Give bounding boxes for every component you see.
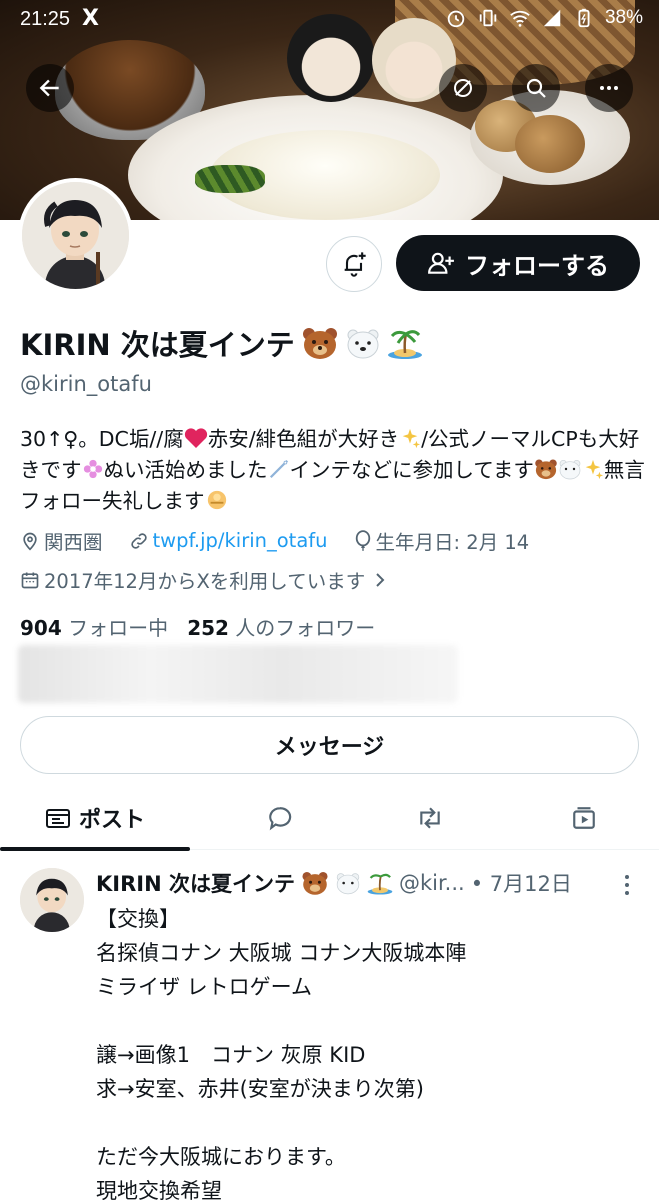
battery-icon	[578, 8, 590, 28]
polar-bear-emoji-icon	[347, 329, 379, 359]
location-text: 関西圏	[44, 531, 103, 554]
bio-segment: ぬい活始めました	[103, 458, 268, 482]
tab-active-indicator	[0, 847, 190, 851]
followers-count: 252	[187, 616, 229, 640]
post-line: 求→安室、赤井(安室が決まり次第)	[96, 1077, 424, 1101]
avatar-illustration	[20, 868, 84, 932]
post-header: KIRIN 次は夏インテ @kir... • 7月12日	[96, 868, 636, 898]
add-user-icon	[428, 252, 454, 274]
profile-avatar[interactable]	[18, 178, 133, 293]
chevron-right-icon	[376, 572, 385, 587]
status-time: 21:25	[20, 8, 71, 30]
balloon-icon	[355, 529, 370, 551]
media-icon	[573, 807, 595, 829]
vibrate-icon	[479, 9, 497, 27]
tab-media[interactable]	[494, 786, 659, 850]
back-button[interactable]	[26, 64, 74, 112]
tab-reposts[interactable]	[340, 786, 520, 850]
avatar-illustration	[22, 182, 129, 289]
island-emoji-icon	[387, 330, 422, 359]
wifi-icon	[510, 10, 530, 27]
post-line: 【交換】	[96, 907, 180, 931]
following-label: フォロー中	[68, 616, 169, 640]
more-button[interactable]	[585, 64, 633, 112]
calendar-icon	[21, 572, 39, 588]
more-icon	[600, 86, 618, 90]
notify-button[interactable]	[326, 236, 382, 292]
bio-segment: /公式ノーマ	[421, 427, 531, 451]
tab-posts[interactable]: ポスト	[0, 786, 190, 851]
alarm-icon	[447, 10, 465, 28]
post-line	[96, 1004, 636, 1038]
birthday-text: 生年月日: 2月 14	[375, 531, 530, 554]
bear-emoji-icon	[302, 871, 328, 895]
post-line: 現地交換希望	[96, 1179, 222, 1200]
polar-bear-emoji-icon	[559, 459, 581, 480]
search-icon	[526, 78, 546, 98]
bear-emoji-icon	[535, 459, 557, 480]
profile-meta: 関西圏 twpf.jp/kirin_otafu 生年月日: 2月 14	[20, 526, 529, 555]
bowing-person-icon	[207, 490, 226, 510]
bio-segment: 30↑♀。DC垢//腐	[20, 427, 184, 451]
bio-segment: 赤安/緋色組が大好き	[207, 427, 400, 451]
posts-icon	[45, 809, 70, 828]
joined-text: 2017年12月からXを利用しています	[44, 570, 366, 593]
status-bar: 21:25 X 38%	[0, 0, 659, 40]
post-author-name[interactable]: KIRIN 次は夏インテ	[96, 868, 295, 898]
website-link[interactable]: twpf.jp/kirin_otafu	[153, 529, 328, 552]
bio-segment: 加してます	[433, 458, 534, 482]
polar-bear-emoji-icon	[336, 873, 360, 895]
signal-icon	[543, 9, 561, 27]
post-line	[96, 1106, 636, 1140]
bear-emoji-icon	[302, 328, 337, 359]
follow-button[interactable]: フォローする	[396, 235, 640, 291]
location-pin-icon	[23, 532, 37, 551]
needle-icon	[269, 459, 288, 479]
repost-icon	[420, 807, 440, 829]
island-emoji-icon	[367, 873, 393, 895]
mute-button[interactable]	[439, 64, 487, 112]
post-avatar[interactable]	[20, 868, 84, 932]
post-author-handle: @kir...	[398, 871, 465, 895]
flower-icon	[83, 459, 102, 479]
post-line: 名探偵コナン 大阪城 コナン大阪城本陣	[96, 941, 467, 965]
following-link[interactable]: 904 フォロー中	[20, 616, 168, 640]
follow-counts: 904 フォロー中 252 人のフォロワー	[20, 612, 375, 641]
bio-segment: インテなどに参	[289, 458, 434, 482]
profile-name-text: KIRIN 次は夏インテ	[20, 328, 295, 362]
followers-link[interactable]: 252 人のフォロワー	[187, 616, 375, 640]
bell-plus-icon	[344, 252, 366, 277]
profile-bio: 30↑♀。DC垢//腐 赤安/緋色組が大好き/公式ノーマルCPも大好きです ぬい活始…	[20, 424, 645, 517]
profile-handle: @kirin_otafu	[20, 372, 152, 396]
joined-row[interactable]: 2017年12月からXを利用しています	[20, 565, 387, 594]
battery-percent: 38%	[604, 7, 643, 28]
followers-label: 人のフォロワー	[235, 616, 376, 640]
red-heart-icon	[184, 428, 207, 448]
greens	[195, 165, 265, 193]
post-date[interactable]: • 7月12日	[471, 868, 572, 898]
blurred-followers-preview	[18, 645, 458, 703]
x-logo-icon: X	[82, 6, 99, 31]
tab-posts-label: ポスト	[78, 808, 145, 833]
post-text: 【交換】 名探偵コナン 大阪城 コナン大阪城本陣 ミライザ レトロゲーム 譲→画…	[96, 902, 636, 1200]
follow-label: フォローする	[465, 251, 609, 280]
mute-icon	[454, 79, 472, 97]
post-line: ミライザ レトロゲーム	[96, 975, 313, 999]
profile-name: KIRIN 次は夏インテ	[20, 322, 423, 364]
message-button[interactable]: メッセージ	[20, 716, 639, 774]
post-line: 譲→画像1 コナン 灰原 KID	[96, 1043, 366, 1067]
sparkles-icon	[402, 428, 421, 449]
post-line: ただ今大阪城におります。	[96, 1145, 346, 1169]
following-count: 904	[20, 616, 62, 640]
back-arrow-icon	[39, 79, 59, 97]
potato	[515, 115, 585, 173]
post-more-icon[interactable]	[620, 872, 634, 898]
sparkles-icon	[585, 459, 603, 480]
link-icon	[130, 532, 147, 549]
profile-tabs: ポスト	[0, 786, 659, 851]
search-button[interactable]	[512, 64, 560, 112]
reply-icon	[269, 807, 292, 831]
